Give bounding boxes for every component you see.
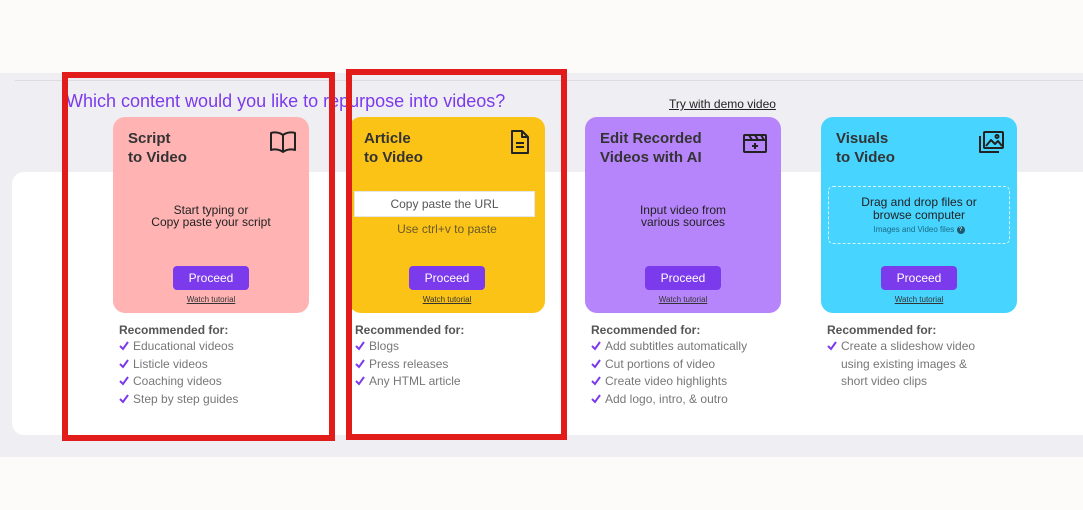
video-edit-icon	[743, 134, 767, 153]
watch-tutorial-link[interactable]: Watch tutorial	[821, 295, 1017, 304]
card-visuals-to-video[interactable]: Visuals to Video Drag and drop files or …	[821, 117, 1017, 313]
recommended-list: Recommended for: Add subtitles automatic…	[591, 323, 821, 409]
list-item: Create video highlights	[591, 374, 821, 392]
list-item: using existing images &	[841, 356, 968, 371]
highlight-box-script	[62, 72, 335, 441]
list-item: Create a slideshow video	[827, 339, 1057, 357]
help-icon[interactable]: ?	[956, 225, 965, 234]
check-icon	[591, 341, 601, 351]
list-item: Cut portions of video	[591, 357, 821, 375]
proceed-button[interactable]: Proceed	[645, 266, 721, 290]
try-demo-link[interactable]: Try with demo video	[669, 97, 776, 111]
dropzone-subtext: Images and Video files	[873, 225, 955, 234]
watch-tutorial-link[interactable]: Watch tutorial	[585, 295, 781, 304]
check-icon	[591, 358, 601, 369]
check-icon	[591, 393, 601, 404]
check-icon	[827, 341, 837, 351]
card-description: Input video from various sources	[639, 203, 727, 229]
list-item: Add logo, intro, & outro	[591, 392, 821, 410]
proceed-button[interactable]: Proceed	[881, 266, 957, 290]
list-item: short video clips	[841, 374, 928, 388]
card-title: Edit Recorded Videos with AI	[600, 130, 702, 166]
highlight-box-article	[346, 69, 567, 440]
list-item: Add subtitles automatically	[591, 339, 821, 357]
recommended-list: Recommended for: Create a slideshow vide…	[827, 323, 1057, 392]
card-edit-recorded-videos[interactable]: Edit Recorded Videos with AI Input video…	[585, 117, 781, 313]
card-title: Visuals to Video	[836, 130, 895, 166]
file-dropzone[interactable]: Drag and drop files or browse computer I…	[828, 186, 1010, 244]
image-gallery-icon	[979, 131, 1004, 153]
check-icon	[591, 376, 601, 386]
